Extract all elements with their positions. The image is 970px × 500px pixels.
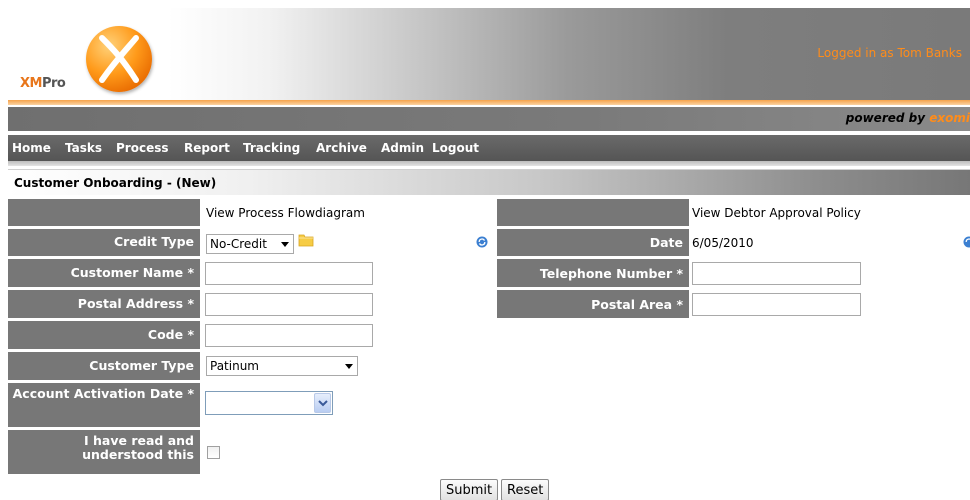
logo-xm: XM bbox=[20, 76, 42, 91]
nav-divider bbox=[8, 161, 970, 166]
reset-button[interactable]: Reset bbox=[501, 479, 550, 500]
main-nav: Home Tasks Process Report Tracking Archi… bbox=[8, 135, 970, 161]
date-refresh-icon[interactable] bbox=[963, 236, 970, 248]
postal-address-input[interactable] bbox=[205, 293, 373, 316]
chevron-down-icon bbox=[281, 242, 289, 247]
logo-text: XMPro bbox=[20, 76, 66, 91]
blank-label-right bbox=[497, 199, 689, 226]
page-title: Customer Onboarding - (New) bbox=[14, 176, 217, 190]
nav-home[interactable]: Home bbox=[12, 141, 51, 155]
credit-type-label: Credit Type bbox=[8, 229, 200, 256]
agree-checkbox[interactable] bbox=[207, 446, 220, 459]
telephone-label: Telephone Number * bbox=[497, 259, 689, 287]
nav-admin[interactable]: Admin bbox=[381, 141, 424, 155]
nav-report[interactable]: Report bbox=[184, 141, 230, 155]
view-policy-link[interactable]: View Debtor Approval Policy bbox=[692, 206, 861, 220]
page-title-bar: Customer Onboarding - (New) bbox=[8, 169, 970, 195]
activation-date-select[interactable] bbox=[205, 391, 333, 415]
powered-bar: powered by exomi bbox=[8, 107, 970, 131]
logo-x-icon bbox=[86, 26, 152, 92]
blank-label-left bbox=[8, 199, 200, 226]
customer-name-input[interactable] bbox=[205, 262, 373, 285]
chevron-down-icon bbox=[345, 364, 353, 369]
nav-archive[interactable]: Archive bbox=[316, 141, 367, 155]
refresh-icon[interactable] bbox=[476, 236, 488, 248]
credit-type-select[interactable]: No-Credit bbox=[206, 234, 294, 254]
view-flowdiagram-link[interactable]: View Process Flowdiagram bbox=[206, 206, 365, 220]
agree-label: I have read and understood this bbox=[8, 430, 200, 474]
customer-type-select[interactable]: Patinum bbox=[206, 356, 358, 376]
postal-area-label: Postal Area * bbox=[497, 290, 689, 318]
activation-date-label: Account Activation Date * bbox=[8, 383, 200, 427]
powered-by-label: powered by bbox=[845, 111, 926, 125]
customer-type-label: Customer Type bbox=[8, 352, 200, 380]
logged-in-user: Logged in as Tom Banks bbox=[817, 46, 962, 60]
nav-process[interactable]: Process bbox=[116, 141, 169, 155]
date-label: Date bbox=[497, 229, 689, 256]
app-header: XMPro Logged in as Tom Banks bbox=[8, 8, 970, 100]
customer-type-value: Patinum bbox=[210, 359, 259, 373]
customer-name-label: Customer Name * bbox=[8, 259, 200, 287]
nav-logout[interactable]: Logout bbox=[432, 141, 479, 155]
date-dropdown-button[interactable] bbox=[314, 393, 331, 413]
header-divider bbox=[8, 100, 970, 105]
logo-pro: Pro bbox=[41, 76, 66, 91]
folder-icon[interactable] bbox=[298, 233, 314, 247]
postal-area-input[interactable] bbox=[692, 293, 861, 316]
date-value: 6/05/2010 bbox=[692, 236, 754, 250]
telephone-input[interactable] bbox=[692, 262, 861, 285]
chevron-down-icon bbox=[318, 400, 328, 407]
postal-address-label: Postal Address * bbox=[8, 290, 200, 318]
xmpro-logo: XMPro bbox=[20, 20, 152, 98]
code-label: Code * bbox=[8, 321, 200, 349]
nav-tasks[interactable]: Tasks bbox=[65, 141, 102, 155]
credit-type-value: No-Credit bbox=[210, 237, 267, 251]
submit-button[interactable]: Submit bbox=[440, 479, 499, 500]
powered-by-brand: exomi bbox=[929, 111, 970, 125]
nav-tracking[interactable]: Tracking bbox=[243, 141, 300, 155]
code-input[interactable] bbox=[205, 324, 373, 347]
powered-by: powered by exomi bbox=[846, 111, 970, 125]
